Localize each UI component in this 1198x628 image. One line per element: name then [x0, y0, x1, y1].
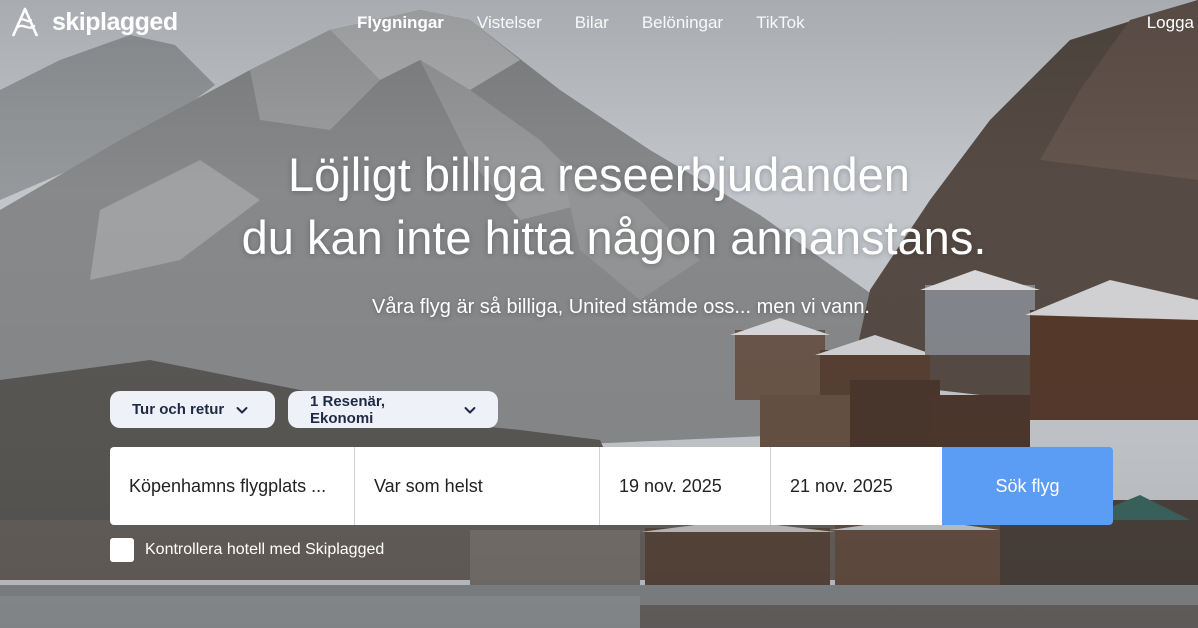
hotel-checkbox-label[interactable]: Kontrollera hotell med Skiplagged	[145, 541, 384, 559]
trip-type-dropdown[interactable]: Tur och retur	[110, 391, 275, 428]
hero-headline-line1: Löjligt billiga reseerbjudanden	[288, 148, 910, 201]
hero-headline-line2: du kan inte hitta någon annanstans.	[241, 211, 987, 264]
nav-item-cars[interactable]: Bilar	[575, 13, 609, 33]
hotel-checkbox[interactable]	[110, 538, 134, 562]
chevron-down-icon	[236, 406, 248, 413]
hero-subheadline: Våra flyg är så billiga, United stämde o…	[371, 296, 870, 318]
destination-field[interactable]: Var som helst	[355, 447, 600, 525]
travelers-dropdown[interactable]: 1 Resenär, Ekonomi	[288, 391, 498, 428]
flight-search-bar: Köpenhamns flygplats ... Var som helst 1…	[110, 447, 1113, 525]
trip-type-value: Tur och retur	[132, 401, 225, 418]
depart-date-field[interactable]: 19 nov. 2025	[600, 447, 771, 525]
search-flights-button[interactable]: Sök flyg	[942, 447, 1113, 525]
top-navigation-bar: skiplagged Flygningar Vistelser Bilar Be…	[0, 0, 1198, 46]
nav-item-flights[interactable]: Flygningar	[357, 13, 444, 33]
hero-headline: Löjligt billiga reseerbjudanden du kan i…	[0, 143, 1198, 269]
skiplagged-logo-icon	[11, 7, 39, 37]
chevron-down-icon	[464, 406, 476, 413]
login-link[interactable]: Logga	[1147, 13, 1194, 33]
nav-item-tiktok[interactable]: TikTok	[756, 13, 805, 33]
main-nav: Flygningar Vistelser Bilar Belöningar Ti…	[357, 13, 838, 33]
travelers-value: 1 Resenär, Ekonomi	[310, 392, 386, 427]
skiplagged-logo[interactable]: skiplagged	[8, 5, 178, 39]
nav-item-rewards[interactable]: Belöningar	[642, 13, 723, 33]
logo-wordmark: skiplagged	[52, 7, 178, 36]
return-date-field[interactable]: 21 nov. 2025	[771, 447, 942, 525]
origin-field[interactable]: Köpenhamns flygplats ...	[110, 447, 355, 525]
nav-item-stays[interactable]: Vistelser	[477, 13, 542, 33]
hotel-check-option: Kontrollera hotell med Skiplagged	[110, 538, 384, 562]
